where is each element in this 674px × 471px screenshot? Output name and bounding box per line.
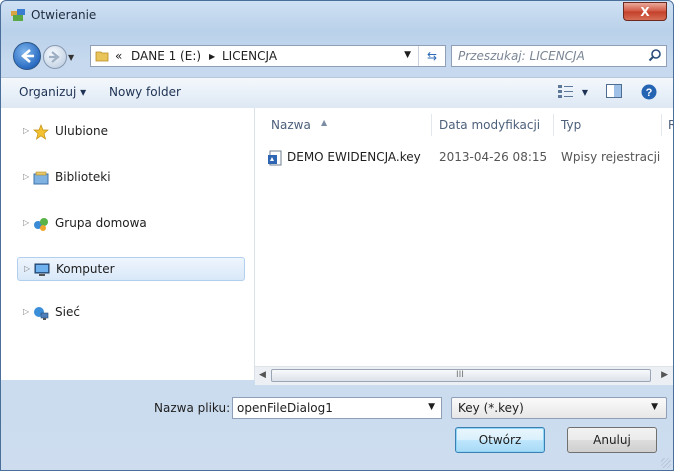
filename-value: openFileDialog1 (237, 401, 333, 415)
sidebar-item-label: Biblioteki (55, 170, 111, 184)
libraries-icon (33, 171, 49, 185)
preview-pane-button[interactable] (606, 84, 622, 101)
folder-icon (95, 51, 109, 62)
view-dropdown-icon: ▼ (581, 88, 588, 97)
network-icon (34, 307, 49, 320)
address-dropdown-icon[interactable]: ▼ (404, 50, 411, 60)
computer-icon (34, 263, 50, 276)
window-title: Otwieranie (31, 8, 97, 22)
sort-ascending-icon: ▲ (321, 118, 328, 127)
column-divider[interactable] (431, 114, 432, 136)
address-bar[interactable]: « DANE 1 (E:) ▶ LICENCJA ▼ ⇆ (90, 45, 446, 67)
address-segment-folder[interactable]: LICENCJA (222, 49, 277, 63)
address-segment-drive[interactable]: DANE 1 (E:) (131, 49, 201, 63)
command-toolbar: Organizuj ▾ Nowy folder ▼ ? (1, 77, 673, 109)
title-bar: Otwieranie X (1, 1, 673, 29)
column-header-type[interactable]: Typ (561, 118, 581, 132)
file-list-pane: ▲ Nazwa Data modyfikacji Typ R DEMO EWID… (255, 108, 673, 380)
open-button[interactable]: Otwórz (455, 427, 545, 453)
search-icon[interactable] (648, 48, 662, 62)
column-header-size[interactable]: R (668, 118, 673, 132)
scrollbar-grip: III (456, 370, 464, 380)
refresh-icon: ⇆ (426, 49, 438, 63)
sidebar-item-label: Komputer (56, 262, 115, 276)
address-separator-icon[interactable]: ▶ (209, 52, 215, 61)
file-name: DEMO EWIDENCJA.key (287, 150, 421, 164)
search-box[interactable]: Przeszukaj: LICENCJA (451, 45, 667, 67)
sidebar-item-label: Sieć (55, 305, 80, 319)
navigation-pane: ▷ Ulubione ▷ Biblioteki ▷ Grupa domowa ▷… (1, 108, 255, 380)
file-date: 2013-04-26 08:15 (439, 150, 548, 164)
registry-file-icon (268, 150, 282, 166)
view-list-icon (558, 85, 573, 98)
dialog-footer: Nazwa pliku: openFileDialog1 ▼ Key (*.ke… (1, 381, 673, 470)
star-icon (33, 124, 49, 140)
file-row[interactable]: DEMO EWIDENCJA.key 2013-04-26 08:15 Wpis… (265, 148, 670, 168)
expand-arrow-icon[interactable]: ▷ (23, 307, 29, 316)
sidebar-item-network[interactable]: ▷ Sieć (17, 301, 245, 325)
back-arrow-icon (21, 49, 34, 63)
help-icon: ? (641, 84, 657, 100)
sidebar-item-computer[interactable]: ▷ Komputer (17, 257, 245, 281)
column-divider[interactable] (661, 114, 662, 136)
cancel-button[interactable]: Anuluj (567, 427, 657, 453)
expand-arrow-icon[interactable]: ▷ (24, 264, 30, 273)
sidebar-item-homegroup[interactable]: ▷ Grupa domowa (17, 212, 245, 236)
refresh-button[interactable]: ⇆ (418, 46, 445, 66)
expand-arrow-icon[interactable]: ▷ (23, 126, 29, 135)
filename-label: Nazwa pliku: (154, 401, 231, 415)
homegroup-icon (34, 218, 48, 231)
sidebar-item-label: Grupa domowa (55, 216, 147, 230)
scroll-left-icon[interactable]: ◀ (259, 370, 266, 380)
filetype-select[interactable]: Key (*.key) ▼ (451, 397, 667, 419)
forward-button[interactable] (43, 45, 67, 69)
navigation-bar: ▼ « DANE 1 (E:) ▶ LICENCJA ▼ ⇆ Przeszuka… (1, 39, 673, 73)
filetype-value: Key (*.key) (458, 401, 524, 415)
view-options-button[interactable]: ▼ (558, 84, 588, 101)
close-button[interactable]: X (623, 2, 667, 21)
help-button[interactable]: ? (641, 84, 657, 103)
back-button[interactable] (13, 42, 41, 70)
preview-pane-icon (606, 84, 622, 98)
dialog-app-icon (11, 9, 25, 21)
recent-locations-dropdown[interactable]: ▼ (68, 53, 74, 62)
organize-menu-button[interactable]: Organizuj ▾ (19, 85, 86, 99)
column-divider[interactable] (553, 114, 554, 136)
search-placeholder: Przeszukaj: LICENCJA (458, 49, 585, 63)
open-file-dialog: Otwieranie X ▼ « DANE 1 (E:) ▶ LICENCJA … (0, 0, 674, 471)
resize-grip-icon[interactable] (661, 458, 671, 468)
expand-arrow-icon[interactable]: ▷ (23, 218, 29, 227)
scroll-right-icon[interactable]: ▶ (661, 370, 668, 380)
chevron-down-icon: ▼ (651, 402, 658, 412)
sidebar-item-libraries[interactable]: ▷ Biblioteki (17, 166, 245, 190)
svg-text:?: ? (646, 87, 653, 99)
column-header-name[interactable]: ▲ Nazwa (271, 118, 327, 132)
close-icon: X (640, 5, 650, 19)
expand-arrow-icon[interactable]: ▷ (23, 172, 29, 181)
new-folder-button[interactable]: Nowy folder (109, 85, 181, 99)
filename-input[interactable]: openFileDialog1 ▼ (232, 397, 442, 419)
content-area: ▷ Ulubione ▷ Biblioteki ▷ Grupa domowa ▷… (1, 108, 673, 385)
file-type: Wpisy rejestracji (561, 150, 661, 164)
filename-dropdown-icon[interactable]: ▼ (428, 402, 435, 412)
address-overflow-chevron[interactable]: « (115, 49, 122, 63)
sidebar-item-label: Ulubione (55, 124, 109, 138)
sidebar-item-favorites[interactable]: ▷ Ulubione (17, 120, 245, 144)
column-header-date[interactable]: Data modyfikacji (439, 118, 540, 132)
forward-arrow-icon (49, 51, 60, 63)
